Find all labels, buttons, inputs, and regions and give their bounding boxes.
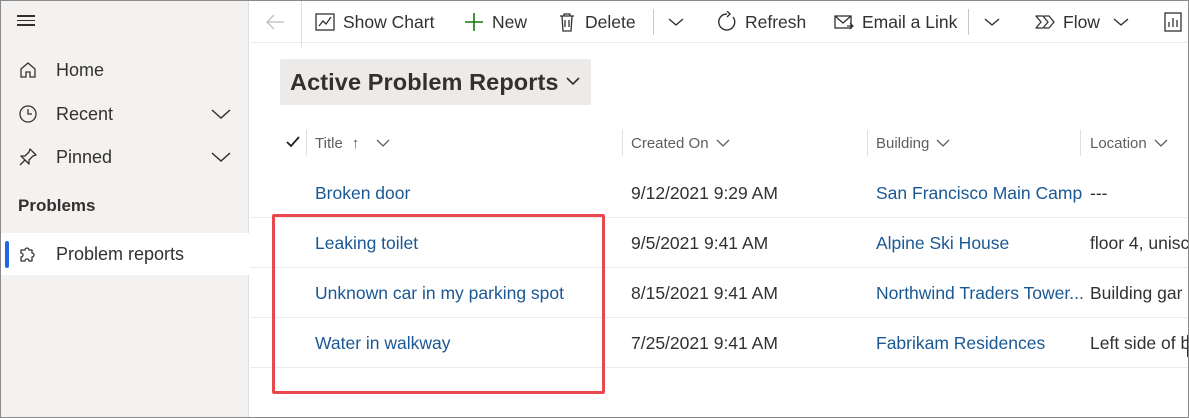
chevron-down-icon	[566, 77, 580, 86]
show-chart-button[interactable]: Show Chart	[314, 1, 434, 43]
chevron-down-icon[interactable]	[209, 148, 233, 166]
column-header-label: Created On	[631, 134, 709, 152]
trash-icon	[560, 13, 574, 32]
divider	[653, 9, 654, 35]
home-icon	[20, 62, 36, 78]
cell-building[interactable]: Fabrikam Residences	[876, 318, 1083, 368]
cell-created-on: 7/25/2021 9:41 AM	[631, 332, 778, 353]
view-selector[interactable]: Active Problem Reports	[280, 59, 591, 105]
sidebar-group-title: Problems	[18, 196, 96, 215]
sidebar-item-label: Pinned	[56, 146, 113, 167]
table-row[interactable]: Leaking toilet 9/5/2021 9:41 AM Alpine S…	[250, 218, 1189, 268]
cell-created-on: 8/15/2021 9:41 AM	[631, 282, 778, 303]
clock-icon	[19, 105, 37, 123]
chevron-down-icon[interactable]	[983, 16, 1001, 28]
refresh-button[interactable]: Refresh	[716, 1, 806, 43]
column-divider	[1080, 130, 1081, 156]
sort-ascending-icon: ↑	[351, 134, 360, 152]
chevron-down-icon	[376, 139, 390, 147]
chevron-down-icon	[1154, 139, 1168, 147]
chart-icon	[315, 13, 335, 31]
cell-location: Building gar	[1090, 282, 1183, 303]
flow-icon	[1035, 15, 1055, 29]
flow-button[interactable]: Flow	[1034, 1, 1130, 43]
sidebar-item-problem-reports[interactable]: Problem reports	[1, 233, 249, 275]
column-divider	[622, 130, 623, 156]
column-divider	[867, 130, 868, 156]
chevron-down-icon	[716, 139, 730, 147]
cell-building[interactable]: San Francisco Main Campu	[876, 168, 1083, 218]
cell-created-on: 9/12/2021 9:29 AM	[631, 182, 778, 203]
sidebar-item-pinned[interactable]: Pinned	[1, 136, 249, 178]
plus-icon	[465, 13, 483, 31]
column-header-label: Location	[1090, 134, 1147, 152]
divider	[301, 1, 302, 47]
email-link-icon	[834, 15, 854, 30]
cell-location: ---	[1090, 182, 1108, 203]
table-row[interactable]: Unknown car in my parking spot 8/15/2021…	[250, 268, 1188, 318]
cell-location: Left side of b	[1090, 332, 1189, 353]
view-title: Active Problem Reports	[290, 68, 559, 95]
sidebar-item-home[interactable]: Home	[1, 49, 249, 91]
delete-label: Delete	[585, 11, 636, 32]
hamburger-icon[interactable]	[17, 12, 39, 30]
cell-title[interactable]: Broken door	[315, 168, 615, 218]
email-link-button[interactable]: Email a Link	[833, 1, 957, 43]
back-arrow-icon[interactable]	[264, 12, 286, 32]
column-divider	[306, 130, 307, 156]
cell-title[interactable]: Leaking toilet	[315, 218, 615, 268]
sidebar: Home Recent Pinned Problems Problem repo…	[1, 1, 249, 417]
email-link-label: Email a Link	[862, 11, 958, 32]
new-label: New	[492, 11, 528, 32]
table-row[interactable]: Water in walkway 7/25/2021 9:41 AM Fabri…	[250, 318, 1189, 368]
cell-title[interactable]: Water in walkway	[315, 318, 615, 368]
new-button[interactable]: New	[463, 1, 527, 43]
column-header-building[interactable]: Building	[876, 127, 951, 159]
puzzle-icon	[20, 247, 35, 262]
sidebar-item-recent[interactable]: Recent	[1, 93, 249, 135]
select-all-checkmark-icon[interactable]	[285, 134, 301, 150]
column-header-title[interactable]: Title ↑	[315, 127, 391, 159]
column-header-location[interactable]: Location	[1090, 127, 1169, 159]
table-row[interactable]: Broken door 9/12/2021 9:29 AM San Franci…	[250, 168, 1188, 218]
delete-button[interactable]: Delete	[556, 1, 636, 43]
chevron-down-icon[interactable]	[209, 105, 233, 123]
column-header-label: Title	[315, 134, 343, 152]
cell-title[interactable]: Unknown car in my parking spot	[315, 268, 615, 318]
column-header-label: Building	[876, 134, 930, 152]
chevron-down-icon[interactable]	[1112, 16, 1130, 28]
cell-location: floor 4, unisc	[1090, 232, 1189, 253]
divider	[968, 9, 969, 35]
app-window: Home Recent Pinned Problems Problem repo…	[0, 0, 1189, 418]
flow-label: Flow	[1063, 11, 1100, 32]
column-header-created-on[interactable]: Created On	[631, 127, 731, 159]
cell-created-on: 9/5/2021 9:41 AM	[631, 232, 769, 253]
report-icon[interactable]	[1163, 11, 1183, 33]
refresh-icon	[718, 11, 736, 31]
command-bar: Show Chart New Delete Refresh Email a Li…	[250, 1, 1188, 47]
cell-building[interactable]: Alpine Ski House	[876, 218, 1083, 268]
sidebar-item-label: Recent	[56, 103, 114, 124]
sidebar-item-label: Problem reports	[56, 243, 185, 264]
pin-icon	[19, 148, 37, 166]
chevron-down-icon[interactable]	[667, 16, 685, 28]
show-chart-label: Show Chart	[343, 11, 435, 32]
sidebar-item-label: Home	[56, 59, 105, 80]
refresh-label: Refresh	[745, 11, 807, 32]
cell-building[interactable]: Northwind Traders Tower...	[876, 268, 1083, 318]
chevron-down-icon	[936, 139, 950, 147]
